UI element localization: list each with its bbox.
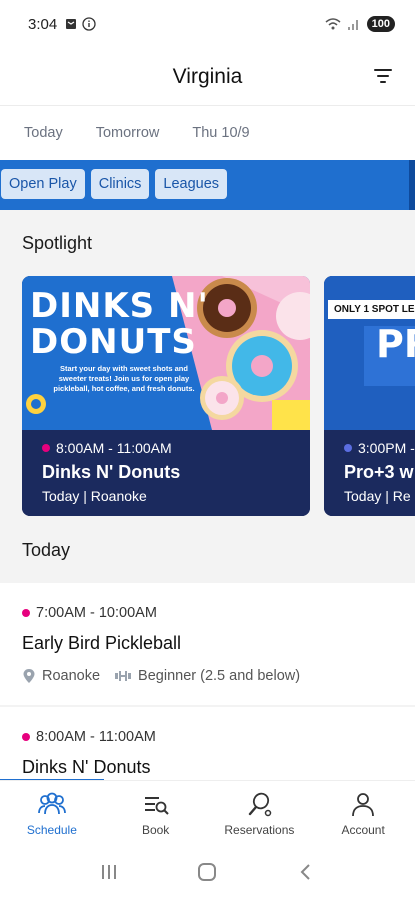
list-item[interactable]: 8:00AM - 11:00AM Dinks N' Donuts: [0, 707, 415, 780]
system-nav-bar: [0, 844, 415, 900]
app-header: Virginia: [0, 48, 415, 106]
schedule-content[interactable]: Spotlight DINKS N' DONUTS Start your day…: [0, 210, 415, 780]
event-dot: [344, 444, 352, 452]
event-time-text: 3:00PM -: [358, 440, 415, 456]
tab-label: Reservations: [224, 822, 295, 837]
spots-left-badge: ONLY 1 SPOT LEFT: [328, 300, 415, 319]
card-info: 3:00PM - Pro+3 w Today | Re: [324, 430, 415, 516]
promo-title: DINKS N' DONUTS: [30, 286, 209, 362]
status-notification-icons: [65, 17, 96, 31]
event-time-text: 7:00AM - 10:00AM: [36, 605, 157, 621]
event-name: Dinks N' Donuts: [42, 462, 181, 482]
message-icon: [66, 19, 77, 29]
wifi-icon: [325, 18, 341, 30]
tab-label: Book: [141, 822, 170, 837]
paddle-icon: [249, 792, 272, 816]
list-item[interactable]: 7:00AM - 10:00AM Early Bird Pickleball R…: [0, 583, 415, 705]
tab-schedule[interactable]: Schedule: [0, 781, 104, 844]
chip-clinics[interactable]: Clinics: [90, 169, 150, 199]
tab-label: Account: [341, 822, 385, 837]
date-tab-thu[interactable]: Thu 10/9: [192, 125, 249, 141]
location-pin-icon: [23, 669, 35, 683]
skill-level-icon: [115, 671, 132, 681]
event-dot: [22, 609, 30, 617]
card-info: 8:00AM - 11:00AM Dinks N' Donuts Today |…: [22, 430, 310, 516]
event-dot: [22, 733, 30, 741]
date-tab-tomorrow[interactable]: Tomorrow: [96, 125, 160, 141]
event-name: Pro+3 w: [344, 462, 414, 482]
bottom-tab-bar: Schedule Book Reservations Account: [0, 780, 415, 844]
event-time: 3:00PM -: [344, 440, 415, 456]
chip-open-play[interactable]: Open Play: [1, 169, 85, 199]
event-name: Dinks N' Donuts: [22, 757, 151, 777]
tab-label: Schedule: [26, 822, 77, 837]
event-meta: Roanoke Beginner (2.5 and below): [22, 668, 393, 684]
people-icon: [37, 792, 66, 814]
page-title: Virginia: [172, 64, 243, 88]
filter-chips: Open Play Clinics Leagues: [0, 169, 228, 199]
info-icon: [82, 17, 96, 31]
event-time-text: 8:00AM - 11:00AM: [56, 440, 172, 456]
spotlight-heading: Spotlight: [22, 233, 93, 253]
book-search-icon: [144, 796, 169, 815]
promo-title: PR: [376, 322, 415, 366]
event-location: Roanoke: [42, 668, 101, 684]
event-time: 8:00AM - 11:00AM: [42, 440, 290, 456]
status-bar: 3:04 100: [0, 0, 415, 48]
back-icon[interactable]: [296, 862, 316, 882]
recent-apps-icon[interactable]: [99, 863, 119, 881]
event-name: Early Bird Pickleball: [22, 633, 182, 653]
spotlight-card[interactable]: ONLY 1 SPOT LEFT PR 3:00PM - Pro+3 w Tod…: [324, 276, 415, 516]
event-level: Beginner (2.5 and below): [138, 668, 301, 684]
signal-icon: [347, 20, 358, 30]
chip-leagues[interactable]: Leagues: [155, 169, 228, 199]
tab-reservations[interactable]: Reservations: [208, 781, 312, 844]
spotlight-card[interactable]: DINKS N' DONUTS Start your day with sweet…: [22, 276, 310, 516]
event-meta: Today | Re: [344, 488, 411, 504]
event-dot: [42, 444, 50, 452]
battery-indicator: 100: [366, 16, 395, 32]
filter-icon[interactable]: [371, 64, 395, 88]
person-icon: [352, 792, 375, 816]
filter-band-edge: [409, 160, 415, 210]
today-heading: Today: [22, 540, 71, 560]
date-tabs: Today Tomorrow Thu 10/9: [0, 106, 415, 160]
event-meta: Today | Roanoke: [42, 488, 147, 504]
event-time: 8:00AM - 11:00AM: [22, 729, 393, 745]
date-tab-today[interactable]: Today: [24, 125, 63, 141]
home-icon[interactable]: [197, 862, 217, 882]
promo-description: Start your day with sweet shots and swee…: [53, 364, 195, 393]
tab-account[interactable]: Account: [311, 781, 415, 844]
event-time-text: 8:00AM - 11:00AM: [36, 729, 156, 745]
tab-book[interactable]: Book: [104, 781, 208, 844]
event-time: 7:00AM - 10:00AM: [22, 605, 393, 621]
status-time: 3:04: [28, 15, 58, 33]
